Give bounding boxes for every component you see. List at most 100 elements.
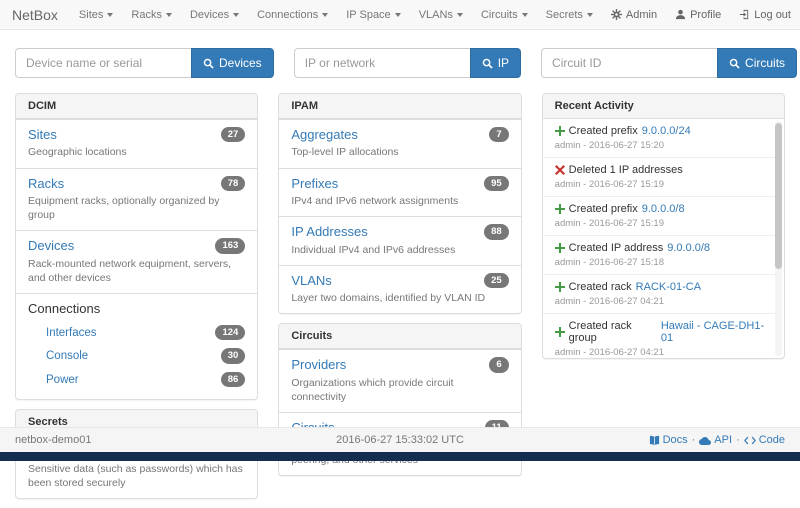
plus-icon (555, 126, 565, 136)
vlans-count-badge: 25 (484, 273, 509, 288)
profile-link[interactable]: Profile (666, 9, 730, 21)
ipam-panel-title: IPAM (279, 94, 520, 119)
racks-description: Equipment racks, optionally organized by… (28, 194, 245, 222)
nav-racks[interactable]: Racks (122, 9, 181, 21)
activity-meta: admin - 2016-06-27 15:19 (555, 179, 769, 190)
activity-meta: admin - 2016-06-27 15:18 (555, 257, 769, 268)
secrets-description: Sensitive data (such as passwords) which… (28, 462, 245, 490)
delete-x-icon (555, 165, 565, 175)
devices-count-badge: 163 (215, 238, 245, 253)
racks-count-badge: 78 (221, 176, 246, 191)
code-link[interactable]: Code (744, 434, 785, 446)
activity-item: Deleted 1 IP addresses admin - 2016-06-2… (543, 157, 775, 196)
scrollbar-thumb[interactable] (775, 123, 782, 269)
list-item: IP Addresses 88 Individual IPv4 and IPv6… (279, 216, 520, 265)
nav-ip-space[interactable]: IP Space (337, 9, 409, 21)
sites-count-badge: 27 (221, 127, 246, 142)
activity-meta: admin - 2016-06-27 15:19 (555, 218, 769, 229)
activity-object-link[interactable]: 9.0.0.0/24 (642, 125, 691, 137)
activity-action: Created prefix (569, 125, 638, 137)
chevron-down-icon (457, 13, 463, 17)
search-row: Devices IP Circuits (0, 30, 800, 78)
logout-link[interactable]: Log out (730, 9, 800, 21)
power-link[interactable]: Power (46, 374, 79, 386)
dcim-panel-title: DCIM (16, 94, 257, 119)
racks-link[interactable]: Racks (28, 176, 64, 191)
book-icon (649, 435, 660, 446)
list-item: Aggregates 7 Top-level IP allocations (279, 119, 520, 168)
activity-object-link[interactable]: 9.0.0.0/8 (642, 203, 685, 215)
providers-description: Organizations which provide circuit conn… (291, 376, 508, 404)
nav-devices[interactable]: Devices (181, 9, 248, 21)
activity-item: Created rack RACK-01-CA admin - 2016-06-… (543, 274, 775, 313)
ip-search-button[interactable]: IP (470, 48, 521, 78)
device-search-input[interactable] (15, 48, 191, 78)
devices-link[interactable]: Devices (28, 238, 74, 253)
nav-secrets[interactable]: Secrets (537, 9, 602, 21)
search-icon (203, 58, 214, 69)
connections-row: Interfaces 124 (28, 321, 245, 344)
aggregates-count-badge: 7 (489, 127, 508, 142)
nav-sites[interactable]: Sites (70, 9, 122, 21)
nav-circuits[interactable]: Circuits (472, 9, 537, 21)
recent-activity-panel: Recent Activity Created prefix 9.0.0.0/2… (542, 93, 785, 359)
activity-action: Created rack (569, 281, 632, 293)
chevron-down-icon (522, 13, 528, 17)
scrollbar[interactable] (775, 121, 782, 356)
chevron-down-icon (107, 13, 113, 17)
cloud-icon (699, 436, 711, 445)
circuit-search-button[interactable]: Circuits (717, 48, 797, 78)
footer-separator: · (736, 434, 740, 446)
api-link[interactable]: API (699, 434, 732, 446)
ip-search-input[interactable] (294, 48, 470, 78)
list-item: Devices 163 Rack-mounted network equipme… (16, 230, 257, 293)
interfaces-link[interactable]: Interfaces (46, 327, 97, 339)
docs-link[interactable]: Docs (649, 434, 688, 446)
console-link[interactable]: Console (46, 350, 88, 362)
activity-item: Created prefix 9.0.0.0/8 admin - 2016-06… (543, 196, 775, 235)
list-item: Sites 27 Geographic locations (16, 119, 257, 168)
connections-heading: Connections (28, 301, 245, 316)
circuit-search-group: Circuits (541, 48, 797, 78)
ip-addresses-description: Individual IPv4 and IPv6 addresses (291, 243, 508, 257)
circuit-search-input[interactable] (541, 48, 717, 78)
ip-addresses-count-badge: 88 (484, 224, 509, 239)
ip-search-group: IP (294, 48, 521, 78)
device-search-group: Devices (15, 48, 274, 78)
connections-row: Console 30 (28, 344, 245, 367)
chevron-down-icon (587, 13, 593, 17)
ipam-panel: IPAM Aggregates 7 Top-level IP allocatio… (278, 93, 521, 314)
nav-vlans[interactable]: VLANs (410, 9, 472, 21)
activity-object-link[interactable]: RACK-01-CA (636, 281, 701, 293)
device-search-button[interactable]: Devices (191, 48, 274, 78)
code-icon (744, 436, 756, 445)
bottom-strip (0, 452, 800, 461)
plus-icon (555, 327, 565, 337)
vlans-link[interactable]: VLANs (291, 273, 331, 288)
aggregates-link[interactable]: Aggregates (291, 127, 358, 142)
search-icon (729, 58, 740, 69)
devices-description: Rack-mounted network equipment, servers,… (28, 257, 245, 285)
sites-description: Geographic locations (28, 145, 245, 159)
prefixes-link[interactable]: Prefixes (291, 176, 338, 191)
footer-links: Docs · API · Code (649, 434, 785, 446)
search-icon (482, 58, 493, 69)
ip-addresses-link[interactable]: IP Addresses (291, 224, 367, 239)
nav-connections[interactable]: Connections (248, 9, 337, 21)
power-count-badge: 86 (221, 372, 246, 387)
dcim-panel: DCIM Sites 27 Geographic locations Racks… (15, 93, 258, 400)
activity-action: Created IP address (569, 242, 664, 254)
activity-object-link[interactable]: 9.0.0.0/8 (667, 242, 710, 254)
activity-meta: admin - 2016-06-27 15:20 (555, 140, 769, 151)
netbox-brand[interactable]: NetBox (12, 7, 58, 23)
admin-link[interactable]: Admin (602, 9, 666, 21)
list-item: Providers 6 Organizations which provide … (279, 349, 520, 412)
top-navbar: NetBox Sites Racks Devices Connections I… (0, 0, 800, 30)
plus-icon (555, 282, 565, 292)
activity-item: Created IP address 9.0.0.0/8 admin - 201… (543, 235, 775, 274)
activity-object-link[interactable]: Hawaii - CAGE-DH1-01 (661, 320, 769, 344)
console-count-badge: 30 (221, 348, 246, 363)
column-ipam: IPAM Aggregates 7 Top-level IP allocatio… (278, 93, 521, 485)
providers-link[interactable]: Providers (291, 357, 346, 372)
sites-link[interactable]: Sites (28, 127, 57, 142)
